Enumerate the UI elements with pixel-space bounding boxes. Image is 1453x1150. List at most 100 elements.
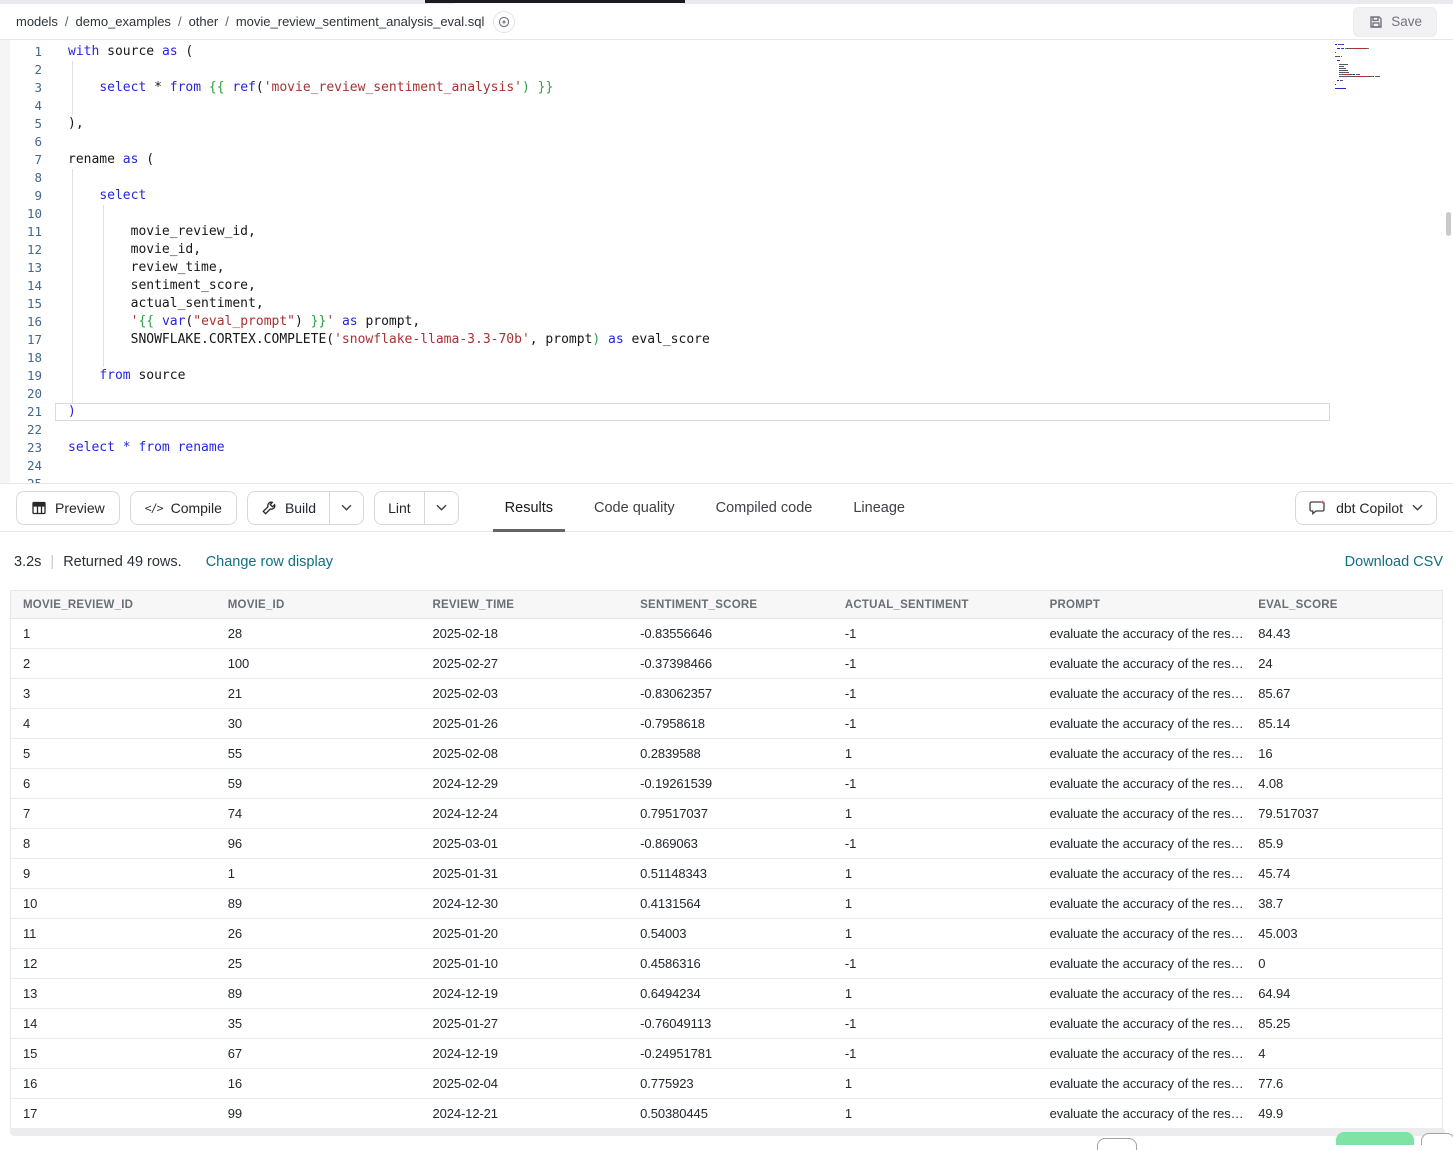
- code-line[interactable]: 10: [0, 205, 1453, 223]
- column-header-review_time[interactable]: REVIEW_TIME: [420, 599, 628, 611]
- code-line[interactable]: 24: [0, 457, 1453, 475]
- table-cell: evaluate the accuracy of the res…›: [1038, 626, 1247, 641]
- copilot-badge-icon[interactable]: [493, 11, 515, 33]
- code-line[interactable]: 5),: [0, 115, 1453, 133]
- compile-button[interactable]: </> Compile: [130, 491, 237, 525]
- save-button[interactable]: Save: [1353, 7, 1437, 37]
- table-row[interactable]: 12252025-01-100.4586316-1evaluate the ac…: [11, 949, 1442, 979]
- change-row-display-link[interactable]: Change row display: [206, 554, 333, 570]
- table-row[interactable]: 5552025-02-080.28395881evaluate the accu…: [11, 739, 1442, 769]
- code-line[interactable]: 4: [0, 97, 1453, 115]
- preview-button[interactable]: Preview: [16, 491, 120, 525]
- table-row[interactable]: 7742024-12-240.795170371evaluate the acc…: [11, 799, 1442, 829]
- code-brackets-icon: </>: [145, 501, 163, 515]
- table-row[interactable]: 10892024-12-300.41315641evaluate the acc…: [11, 889, 1442, 919]
- cutoff-button-middle[interactable]: [1097, 1138, 1137, 1150]
- cutoff-button-right[interactable]: [1421, 1133, 1453, 1145]
- download-csv-link[interactable]: Download CSV: [1345, 554, 1443, 570]
- table-cell: 99: [216, 1106, 421, 1121]
- table-row[interactable]: 17992024-12-210.503804451evaluate the ac…: [11, 1099, 1442, 1129]
- code-line[interactable]: 19 from source: [0, 367, 1453, 385]
- prompt-preview-text: evaluate the accuracy of the res…: [1050, 626, 1244, 641]
- table-row[interactable]: 912025-01-310.511483431evaluate the accu…: [11, 859, 1442, 889]
- horizontal-scrollbar[interactable]: [10, 1128, 1445, 1136]
- code-line[interactable]: 15 actual_sentiment,: [0, 295, 1453, 313]
- lint-button[interactable]: Lint: [375, 492, 424, 524]
- table-cell: -1: [833, 776, 1038, 791]
- table-row[interactable]: 8962025-03-01-0.869063-1evaluate the acc…: [11, 829, 1442, 859]
- tab-code-quality[interactable]: Code quality: [592, 483, 677, 532]
- column-header-prompt[interactable]: PROMPT: [1038, 599, 1247, 611]
- code-line[interactable]: 23select * from rename: [0, 439, 1453, 457]
- indent-guide: [72, 385, 73, 403]
- tab-compiled-code[interactable]: Compiled code: [714, 483, 815, 532]
- table-cell: 1: [833, 866, 1038, 881]
- sql-editor[interactable]: 1with source as (23 select * from {{ ref…: [0, 40, 1453, 483]
- code-line[interactable]: 8: [0, 169, 1453, 187]
- code-line[interactable]: 17 SNOWFLAKE.CORTEX.COMPLETE('snowflake-…: [0, 331, 1453, 349]
- editor-vertical-scrollbar[interactable]: [1446, 212, 1451, 236]
- dbt-copilot-button[interactable]: dbt Copilot: [1295, 491, 1437, 525]
- minimap-line: [1333, 92, 1445, 94]
- table-cell: 9: [11, 866, 216, 881]
- code-line[interactable]: 3 select * from {{ ref('movie_review_sen…: [0, 79, 1453, 97]
- minimap[interactable]: [1333, 44, 1445, 98]
- lint-dropdown-chevron[interactable]: [424, 492, 458, 524]
- tab-lineage[interactable]: Lineage: [851, 483, 907, 532]
- table-cell: 0.4586316: [628, 956, 833, 971]
- code-line[interactable]: 12 movie_id,: [0, 241, 1453, 259]
- code-line[interactable]: 9 select: [0, 187, 1453, 205]
- code-line[interactable]: 21): [55, 403, 1330, 421]
- indent-guide: [72, 349, 73, 367]
- column-header-movie_id[interactable]: MOVIE_ID: [216, 599, 421, 611]
- table-cell: -0.869063: [628, 836, 833, 851]
- column-header-movie_review_id[interactable]: MOVIE_REVIEW_ID: [11, 599, 216, 611]
- line-number: 21: [10, 403, 42, 421]
- build-button[interactable]: Build: [248, 492, 329, 524]
- breadcrumb-item[interactable]: models: [16, 14, 58, 29]
- code-text: from source: [68, 367, 185, 385]
- column-header-sentiment_score[interactable]: SENTIMENT_SCORE: [628, 599, 833, 611]
- table-row[interactable]: 6592024-12-29-0.19261539-1evaluate the a…: [11, 769, 1442, 799]
- code-line[interactable]: 2: [0, 61, 1453, 79]
- table-row[interactable]: 1282025-02-18-0.83556646-1evaluate the a…: [11, 619, 1442, 649]
- code-line[interactable]: 16 '{{ var("eval_prompt") }}' as prompt,: [0, 313, 1453, 331]
- code-line[interactable]: 22: [0, 421, 1453, 439]
- code-line[interactable]: 1with source as (: [0, 43, 1453, 61]
- code-line[interactable]: 7rename as (: [0, 151, 1453, 169]
- table-row[interactable]: 21002025-02-27-0.37398466-1evaluate the …: [11, 649, 1442, 679]
- table-row[interactable]: 13892024-12-190.64942341evaluate the acc…: [11, 979, 1442, 1009]
- column-header-actual_sentiment[interactable]: ACTUAL_SENTIMENT: [833, 599, 1038, 611]
- code-line[interactable]: 20: [0, 385, 1453, 403]
- indent-guide: [72, 313, 73, 331]
- code-line[interactable]: 6: [0, 133, 1453, 151]
- code-line[interactable]: 18: [0, 349, 1453, 367]
- table-cell: 28: [216, 626, 421, 641]
- table-row[interactable]: 4302025-01-26-0.7958618-1evaluate the ac…: [11, 709, 1442, 739]
- build-dropdown-chevron[interactable]: [329, 492, 363, 524]
- table-row[interactable]: 11262025-01-200.540031evaluate the accur…: [11, 919, 1442, 949]
- table-cell: 13: [11, 986, 216, 1001]
- table-cell: 0.51148343: [628, 866, 833, 881]
- cutoff-green-button[interactable]: [1336, 1132, 1414, 1145]
- code-line[interactable]: 11 movie_review_id,: [0, 223, 1453, 241]
- table-row[interactable]: 14352025-01-27-0.76049113-1evaluate the …: [11, 1009, 1442, 1039]
- code-text: movie_id,: [68, 241, 201, 259]
- table-row[interactable]: 16162025-02-040.7759231evaluate the accu…: [11, 1069, 1442, 1099]
- column-header-eval_score[interactable]: EVAL_SCORE: [1246, 599, 1442, 611]
- breadcrumb-item[interactable]: other: [189, 14, 219, 29]
- code-line[interactable]: 25: [0, 475, 1453, 483]
- code-line[interactable]: 13 review_time,: [0, 259, 1453, 277]
- breadcrumb-item[interactable]: demo_examples: [76, 14, 171, 29]
- table-cell: 49.9: [1246, 1106, 1442, 1121]
- table-cell: evaluate the accuracy of the res…›: [1038, 1106, 1247, 1121]
- indent-guide: [72, 223, 73, 241]
- code-line[interactable]: 14 sentiment_score,: [0, 277, 1453, 295]
- table-cell: 2024-12-24: [420, 806, 628, 821]
- line-number: 19: [10, 367, 42, 385]
- table-cell: evaluate the accuracy of the res…›: [1038, 956, 1247, 971]
- table-row[interactable]: 3212025-02-03-0.83062357-1evaluate the a…: [11, 679, 1442, 709]
- tab-results[interactable]: Results: [503, 483, 555, 532]
- breadcrumb-item[interactable]: movie_review_sentiment_analysis_eval.sql: [236, 14, 485, 29]
- table-row[interactable]: 15672024-12-19-0.24951781-1evaluate the …: [11, 1039, 1442, 1069]
